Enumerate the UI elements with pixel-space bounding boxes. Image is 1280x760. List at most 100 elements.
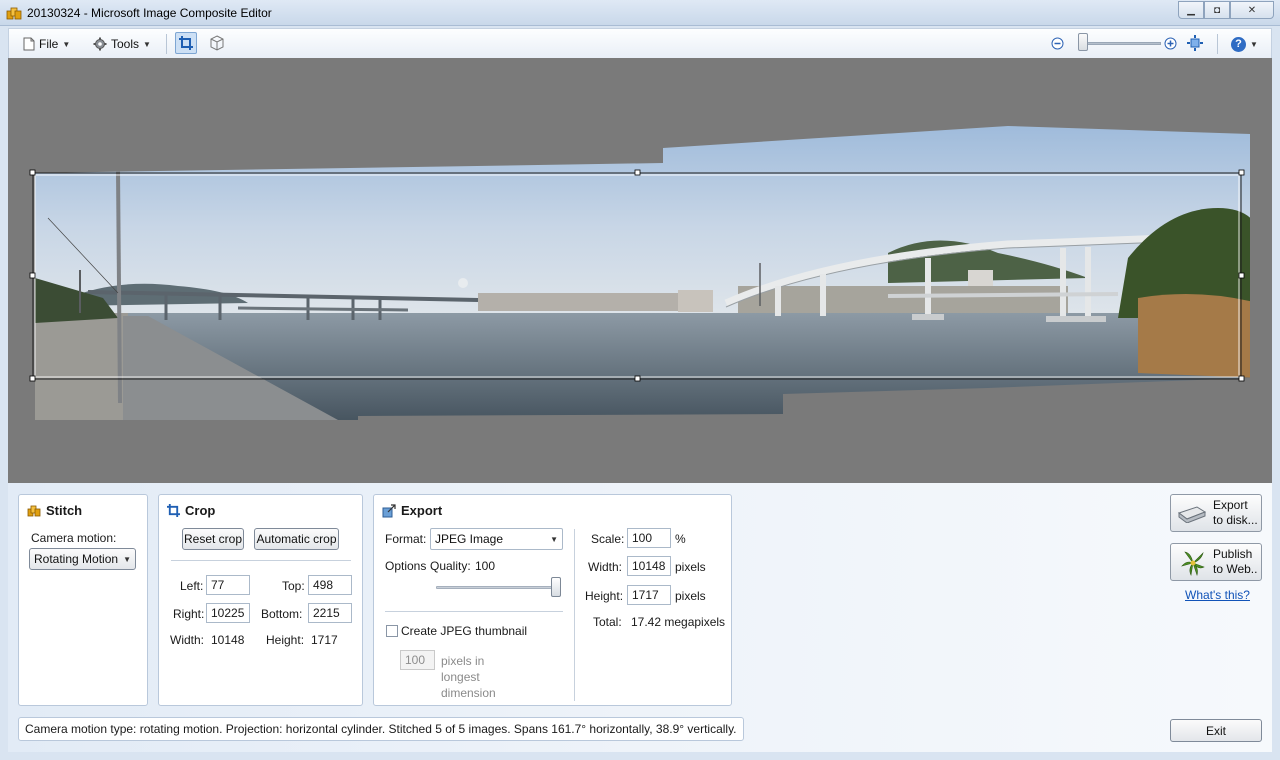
crop-left-label: Left: — [180, 579, 204, 593]
crop-panel: Crop Reset crop Automatic crop Left: 77 … — [158, 494, 363, 706]
zoom-out-button[interactable] — [1046, 32, 1068, 54]
export-vertical-divider — [574, 529, 575, 701]
stitch-panel-title: Stitch — [27, 503, 82, 518]
zoom-out-icon — [1051, 37, 1063, 49]
panorama-canvas[interactable] — [8, 58, 1272, 483]
cube-icon — [210, 35, 224, 51]
zoom-slider-thumb[interactable] — [1078, 33, 1088, 51]
quality-slider-track[interactable] — [436, 586, 559, 589]
camera-motion-value: Rotating Motion — [34, 552, 119, 566]
chevron-down-icon: ▼ — [1250, 39, 1258, 49]
scale-label: Scale: — [591, 532, 625, 546]
publish-to-web-line1: Publish — [1213, 547, 1253, 561]
export-panel-title: Export — [382, 503, 442, 518]
total-value: 17.42 megapixels — [631, 615, 726, 629]
minimize-icon: ▁ — [1187, 4, 1195, 16]
stitch-panel: Stitch Camera motion: Rotating Motion ▼ — [18, 494, 148, 706]
window-title: 20130324 - Microsoft Image Composite Edi… — [27, 6, 272, 20]
crop-top-label: Top: — [282, 579, 305, 593]
maximize-icon: ◘ — [1213, 4, 1221, 16]
automatic-crop-button[interactable]: Automatic crop — [254, 528, 339, 550]
camera-motion-select[interactable]: Rotating Motion ▼ — [29, 548, 136, 570]
bottom-panel: Stitch Camera motion: Rotating Motion ▼ … — [8, 483, 1272, 752]
export-to-disk-line2: to disk... — [1213, 513, 1258, 527]
scale-input[interactable]: 100 — [627, 528, 671, 548]
window-controls: ▁ ◘ ✕ — [1178, 1, 1274, 19]
total-label: Total: — [593, 615, 622, 629]
crop-top-input[interactable]: 498 — [308, 575, 352, 595]
export-height-label: Height: — [585, 589, 624, 603]
crop-icon — [167, 504, 180, 517]
file-menu-label: File — [39, 37, 59, 51]
quality-slider-thumb[interactable] — [551, 577, 561, 597]
minimize-button[interactable]: ▁ — [1178, 1, 1204, 19]
crop-bottom-input[interactable]: 2215 — [308, 603, 352, 623]
app-icon — [6, 7, 22, 20]
zoom-in-button[interactable] — [1159, 32, 1181, 54]
gear-icon — [93, 37, 107, 51]
fit-window-icon — [1187, 35, 1203, 51]
export-to-disk-label: Export to disk... — [1213, 498, 1258, 528]
create-thumbnail-checkbox[interactable] — [386, 625, 398, 637]
export-panel: Export Format: JPEG Image ▼ Options Qual… — [373, 494, 732, 706]
create-thumbnail-label: Create JPEG thumbnail — [401, 624, 528, 638]
export-divider — [385, 611, 563, 612]
file-menu[interactable]: File ▼ — [23, 35, 70, 53]
help-icon: ? — [1231, 36, 1246, 52]
export-to-disk-button[interactable]: Export to disk... — [1170, 494, 1262, 532]
zoom-slider-track[interactable] — [1083, 42, 1161, 45]
export-width-label: Width: — [588, 560, 623, 574]
disk-icon — [1177, 506, 1207, 523]
crop-right-input[interactable]: 10225 — [206, 603, 250, 623]
zoom-in-icon — [1164, 37, 1176, 49]
crop-icon — [179, 36, 193, 50]
crop-tool-button[interactable] — [175, 32, 197, 54]
file-icon — [23, 37, 35, 51]
export-width-input[interactable]: 10148 — [627, 556, 671, 576]
quality-label: Quality: — [430, 559, 471, 573]
close-icon: ✕ — [1247, 4, 1257, 16]
format-select[interactable]: JPEG Image ▼ — [430, 528, 563, 550]
crop-width-value: 10148 — [211, 633, 245, 647]
whats-this-link[interactable]: What's this? — [1185, 588, 1250, 602]
crop-title-label: Crop — [185, 503, 216, 518]
crop-left-input[interactable]: 77 — [206, 575, 250, 595]
format-label: Format: — [385, 532, 427, 546]
title-bar: 20130324 - Microsoft Image Composite Edi… — [0, 0, 1280, 26]
export-title-label: Export — [401, 503, 443, 518]
toolbar-separator — [166, 34, 167, 54]
fit-to-window-button[interactable] — [1184, 32, 1206, 54]
chevron-down-icon: ▼ — [143, 39, 151, 49]
publish-to-web-button[interactable]: Publish to Web.. — [1170, 543, 1262, 581]
crop-panel-title: Crop — [167, 503, 215, 518]
thumbnail-unit-line2: longest — [441, 670, 480, 684]
stitch-icon — [27, 505, 41, 516]
thumbnail-unit-line1: pixels in — [441, 654, 485, 668]
export-width-unit: pixels — [675, 560, 706, 574]
camera-motion-label: Camera motion: — [31, 531, 117, 545]
thumbnail-size-input[interactable]: 100 — [400, 650, 435, 670]
export-height-input[interactable]: 1717 — [627, 585, 671, 605]
crop-divider — [171, 560, 351, 561]
help-menu[interactable]: ? ▼ — [1231, 35, 1258, 53]
export-height-unit: pixels — [675, 589, 706, 603]
crop-right-label: Right: — [173, 607, 205, 621]
chevron-down-icon: ▼ — [62, 39, 71, 49]
scale-unit: % — [675, 532, 686, 546]
thumbnail-unit-line3: dimension — [441, 686, 496, 700]
stitch-title-label: Stitch — [46, 503, 83, 518]
crop-bottom-label: Bottom: — [261, 607, 303, 621]
chevron-down-icon: ▼ — [550, 534, 558, 544]
exit-button[interactable]: Exit — [1170, 719, 1262, 742]
crop-height-value: 1717 — [311, 633, 338, 647]
maximize-button[interactable]: ◘ — [1204, 1, 1230, 19]
navigator-tool-button[interactable] — [206, 32, 228, 54]
reset-crop-button[interactable]: Reset crop — [182, 528, 244, 550]
export-icon — [382, 503, 396, 517]
quality-value: 100 — [475, 559, 496, 573]
panorama-image — [29, 126, 1250, 420]
options-label: Options — [385, 559, 427, 573]
crop-width-label: Width: — [170, 633, 205, 647]
tools-menu[interactable]: Tools ▼ — [93, 35, 151, 53]
close-button[interactable]: ✕ — [1230, 1, 1274, 19]
